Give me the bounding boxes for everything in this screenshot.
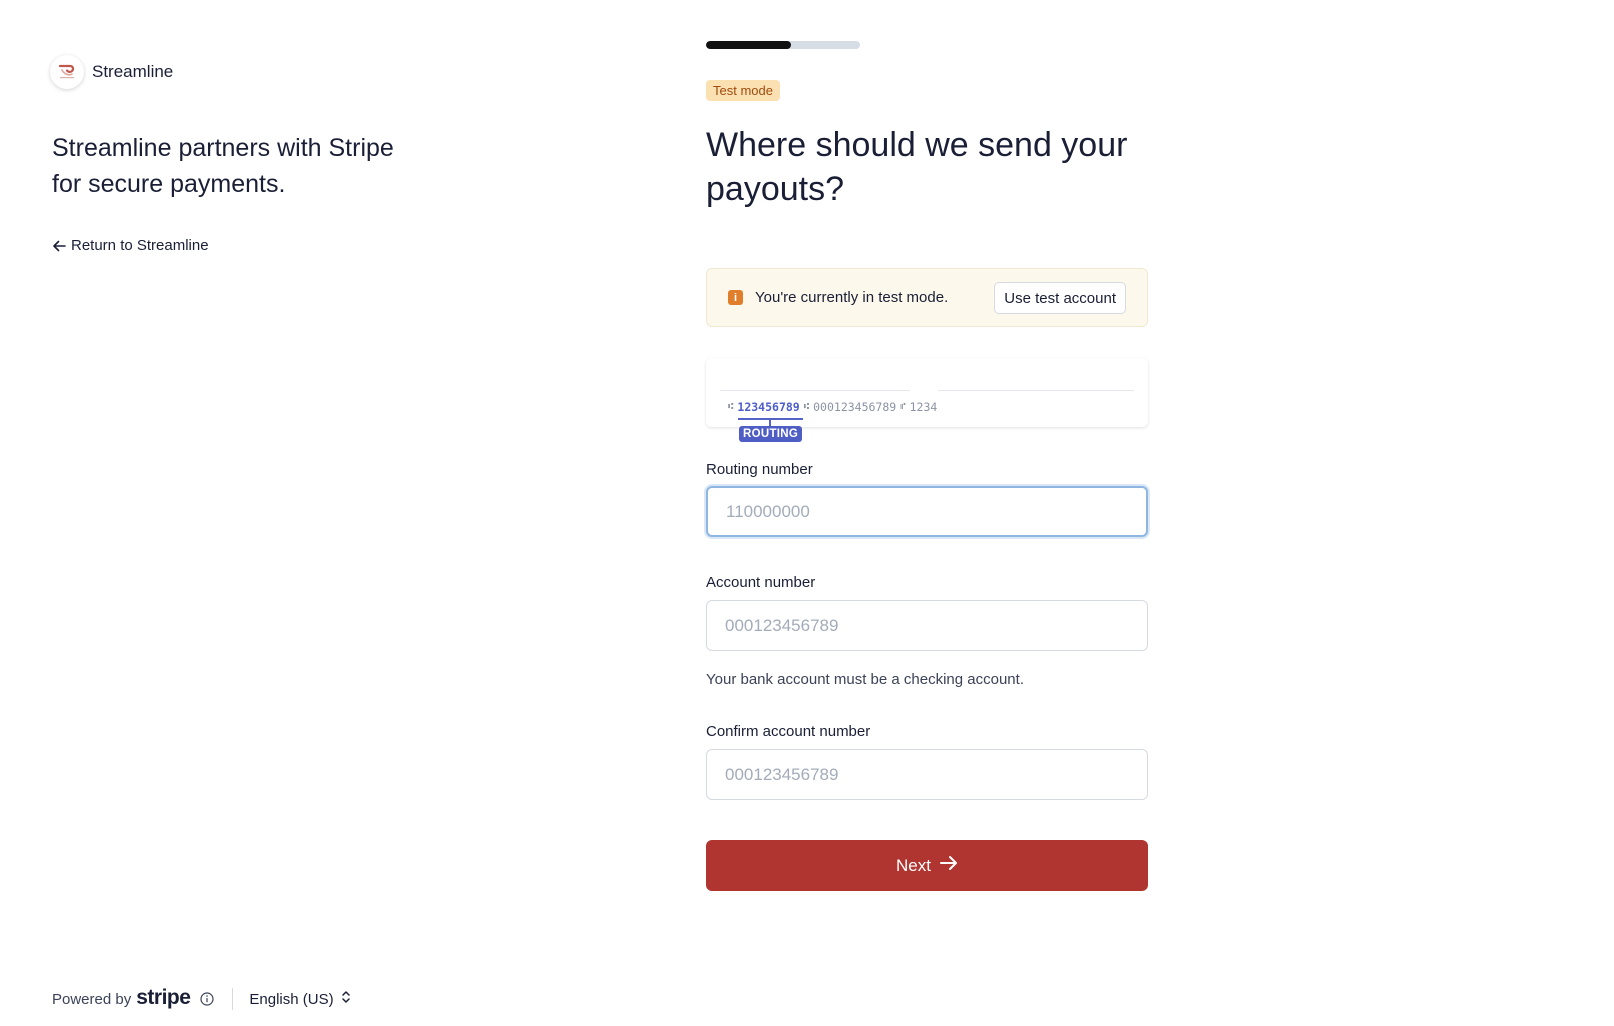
info-circle-icon[interactable] — [200, 992, 215, 1006]
confirm-account-number-input[interactable] — [706, 749, 1148, 800]
routing-number-input[interactable] — [706, 486, 1148, 537]
arrow-left-icon — [52, 239, 66, 253]
check-illustration: ⑆ 123456789 ⑆ 000123456789 ⑈ 1234 — [706, 358, 1148, 428]
routing-tag: ROUTING — [739, 426, 803, 442]
next-button[interactable]: Next — [706, 840, 1148, 891]
transit-symbol-icon: ⑆ — [728, 402, 734, 412]
check-line — [938, 390, 1134, 391]
transit-symbol-icon: ⑆ — [803, 402, 810, 412]
stripe-logo[interactable]: stripe — [136, 986, 191, 1010]
streamline-logo-icon — [50, 55, 84, 89]
return-link[interactable]: Return to Streamline — [52, 237, 209, 254]
routing-number-label: Routing number — [706, 461, 813, 478]
chevron-up-down-icon — [341, 990, 351, 1008]
brand-name: Streamline — [92, 62, 174, 81]
footer: Powered by stripe English (US) — [52, 986, 351, 1010]
on-us-symbol-icon: ⑈ — [900, 402, 906, 412]
confirm-account-number-label: Confirm account number — [706, 723, 871, 740]
notice-text: You're currently in test mode. — [755, 289, 949, 306]
progress-bar — [706, 41, 860, 49]
check-account-number: 000123456789 — [813, 400, 897, 414]
language-selector[interactable]: English (US) — [249, 990, 350, 1008]
test-mode-badge: Test mode — [706, 80, 780, 101]
progress-fill — [706, 41, 791, 49]
account-number-hint: Your bank account must be a checking acc… — [706, 671, 1024, 688]
check-number: 1234 — [909, 400, 938, 414]
check-line — [720, 390, 910, 391]
brand: Streamline — [50, 55, 173, 89]
language-label: English (US) — [249, 990, 334, 1008]
arrow-right-icon — [939, 855, 958, 876]
page-title: Where should we send your payouts? — [706, 126, 1128, 208]
check-routing-number: 123456789 — [737, 400, 800, 414]
test-mode-notice: i You're currently in test mode. Use tes… — [706, 268, 1148, 327]
use-test-account-button[interactable]: Use test account — [994, 282, 1126, 314]
powered-by-label: Powered by — [52, 990, 132, 1008]
footer-divider — [232, 988, 234, 1010]
account-number-label: Account number — [706, 574, 816, 591]
return-link-label: Return to Streamline — [71, 237, 209, 254]
check-numbers: ⑆ 123456789 ⑆ 000123456789 ⑈ 1234 — [724, 400, 937, 414]
info-icon: i — [728, 290, 743, 305]
tagline: Streamline partners with Stripe for secu… — [52, 134, 394, 198]
next-button-label: Next — [896, 855, 931, 875]
account-number-input[interactable] — [706, 600, 1148, 651]
powered-by: Powered by stripe — [52, 986, 215, 1010]
